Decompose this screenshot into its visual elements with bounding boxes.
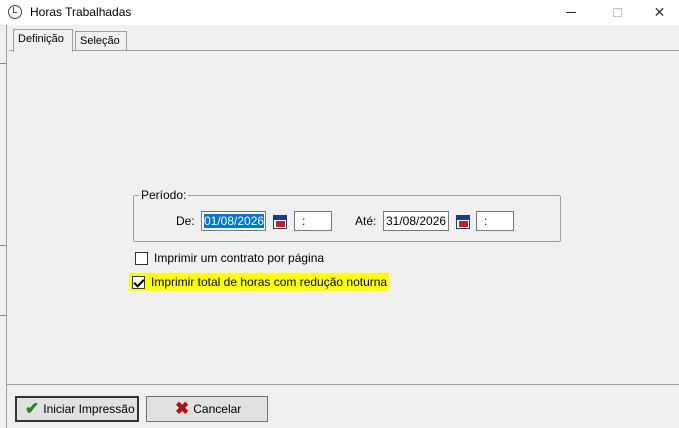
maximize-button[interactable]	[594, 0, 640, 25]
check-icon: ✔	[25, 399, 40, 418]
periodo-group-label: Período:	[139, 188, 189, 202]
x-icon: ✖	[175, 399, 190, 418]
close-icon: ✕	[653, 4, 666, 20]
window-title: Horas Trabalhadas	[30, 5, 132, 19]
option-contrato-label: Imprimir um contrato por página	[154, 251, 325, 265]
ate-date-field[interactable]: 31/08/2026	[383, 211, 449, 231]
tab-page-definicao: Período: De: 01/08/2026 : Até: 31/08/202…	[9, 50, 679, 402]
title-bar: Horas Trabalhadas ✕	[0, 0, 679, 25]
minimize-icon	[566, 12, 576, 13]
iniciar-impressao-button[interactable]: ✔ Iniciar Impressão	[15, 396, 139, 422]
maximize-icon	[612, 8, 622, 17]
checkbox-reducao-noturna[interactable]	[132, 275, 145, 289]
de-time-field[interactable]: :	[294, 211, 332, 231]
tab-selecao[interactable]: Seleção	[75, 31, 127, 51]
clock-icon	[8, 5, 22, 19]
iniciar-impressao-label: Iniciar Impressão	[43, 402, 135, 416]
de-label: De:	[176, 214, 195, 228]
option-reducao-label: Imprimir total de horas com redução notu…	[151, 275, 388, 289]
minimize-button[interactable]	[548, 0, 594, 25]
option-reducao-noturna[interactable]: Imprimir total de horas com redução notu…	[129, 273, 390, 291]
cancelar-button[interactable]: ✖ Cancelar	[146, 396, 268, 422]
dialog-window: Definição Seleção Período: De: 01/08/202…	[6, 25, 679, 428]
cancelar-label: Cancelar	[193, 402, 242, 416]
close-button[interactable]: ✕	[640, 0, 679, 25]
ate-calendar-button[interactable]	[454, 213, 472, 231]
checkbox-contrato-por-pagina[interactable]	[135, 251, 148, 265]
option-contrato-por-pagina[interactable]: Imprimir um contrato por página	[135, 249, 324, 267]
ate-label: Até:	[355, 214, 377, 228]
tab-definicao[interactable]: Definição	[13, 29, 73, 52]
de-date-value: 01/08/2026	[204, 214, 265, 228]
ate-time-field[interactable]: :	[476, 211, 514, 231]
de-date-field[interactable]: 01/08/2026	[201, 211, 266, 231]
de-calendar-button[interactable]	[271, 213, 289, 231]
periodo-group: Período: De: 01/08/2026 : Até: 31/08/202…	[133, 188, 561, 242]
button-bar: ✔ Iniciar Impressão ✖ Cancelar	[7, 384, 679, 428]
